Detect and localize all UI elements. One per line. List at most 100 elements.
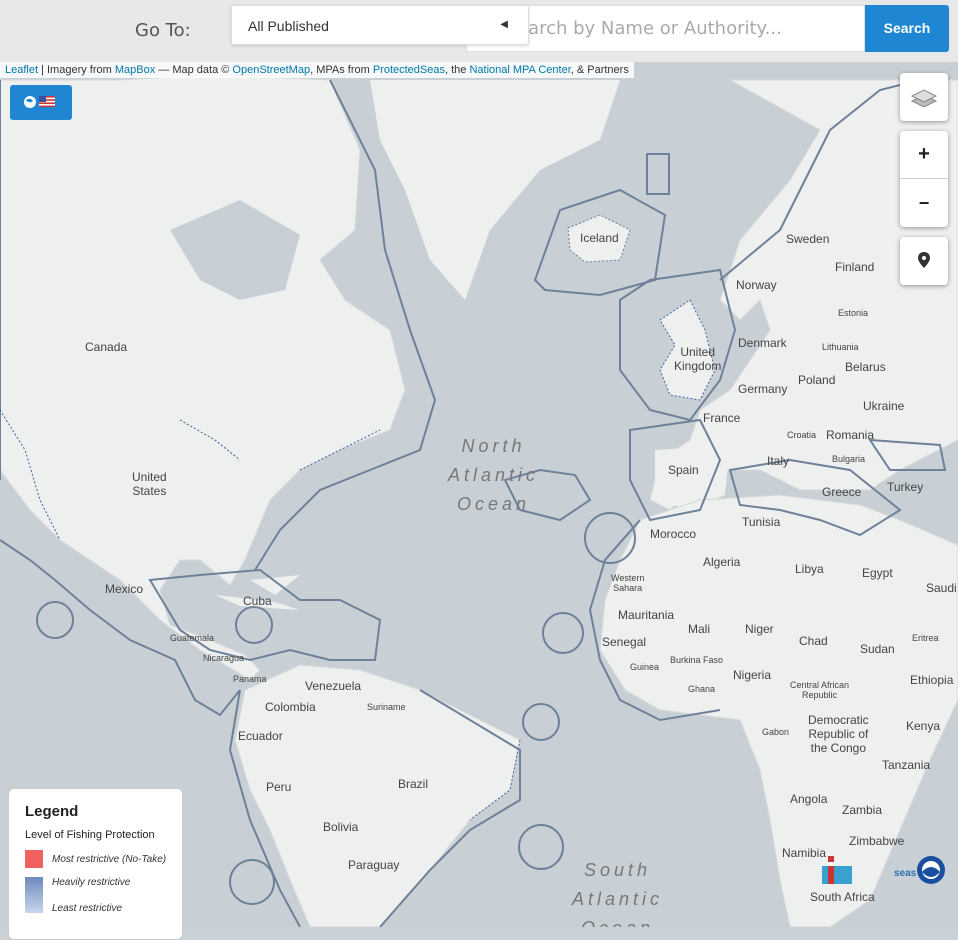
label-venezuela: Venezuela bbox=[305, 679, 362, 693]
label-nigeria: Nigeria bbox=[733, 668, 772, 682]
legend-label: Most restrictive (No-Take) bbox=[52, 854, 167, 865]
label-suriname: Suriname bbox=[367, 702, 406, 712]
zoom-control: + − bbox=[900, 131, 948, 227]
label-guinea: Guinea bbox=[630, 662, 660, 672]
label-kenya: Kenya bbox=[906, 719, 941, 733]
label-panama: Panama bbox=[233, 674, 267, 684]
label-morocco: Morocco bbox=[650, 527, 697, 541]
label-north-atlantic: North Atlantic Ocean bbox=[448, 436, 540, 514]
chevron-left-icon: ◀ bbox=[500, 19, 508, 30]
label-norway: Norway bbox=[736, 278, 777, 292]
label-bolivia: Bolivia bbox=[323, 820, 359, 834]
label-canada: Canada bbox=[85, 340, 128, 354]
label-ecuador: Ecuador bbox=[238, 729, 283, 743]
layers-button[interactable] bbox=[900, 73, 948, 121]
partner-logos: seas bbox=[820, 852, 950, 897]
label-burkina-faso: Burkina Faso bbox=[670, 655, 724, 665]
osm-link[interactable]: OpenStreetMap bbox=[232, 64, 310, 76]
label-chad: Chad bbox=[799, 634, 828, 648]
label-lithuania: Lithuania bbox=[822, 342, 859, 352]
legend-swatch-no-take bbox=[25, 850, 43, 868]
label-romania: Romania bbox=[826, 428, 875, 442]
map-attribution: Leaflet | Imagery from MapBox — Map data… bbox=[0, 62, 634, 78]
label-finland: Finland bbox=[835, 260, 875, 274]
label-paraguay: Paraguay bbox=[348, 858, 400, 872]
legend-label: Least restrictive bbox=[52, 903, 123, 914]
top-bar: Go To: earch by Name or Authority... Sea… bbox=[0, 0, 958, 62]
label-niger: Niger bbox=[745, 622, 774, 636]
layers-icon bbox=[910, 89, 938, 108]
seas-text: seas bbox=[894, 868, 917, 879]
protectedseas-link[interactable]: ProtectedSeas bbox=[373, 64, 445, 76]
label-cuba: Cuba bbox=[243, 594, 272, 608]
legend-panel: Legend Level of Fishing Protection Most … bbox=[8, 788, 183, 940]
label-colombia: Colombia bbox=[265, 700, 316, 714]
label-saudi: Saudi bbox=[926, 581, 957, 595]
map-pin-icon bbox=[918, 252, 930, 268]
search-button[interactable]: Search bbox=[865, 5, 949, 52]
legend-subtitle: Level of Fishing Protection bbox=[25, 829, 155, 841]
label-nicaragua: Nicaragua bbox=[203, 653, 245, 663]
label-greece: Greece bbox=[822, 485, 862, 499]
attrib-text: , & Partners bbox=[570, 64, 629, 76]
label-tanzania: Tanzania bbox=[882, 758, 931, 772]
label-belarus: Belarus bbox=[845, 360, 886, 374]
label-mexico: Mexico bbox=[105, 582, 144, 596]
legend-title: Legend bbox=[25, 803, 79, 820]
attrib-text: — Map data © bbox=[155, 64, 233, 76]
label-france: France bbox=[703, 411, 741, 425]
label-mauritania: Mauritania bbox=[618, 608, 675, 622]
label-gabon: Gabon bbox=[762, 727, 790, 737]
label-bulgaria: Bulgaria bbox=[832, 454, 866, 464]
label-guatemala: Guatemala bbox=[170, 633, 215, 643]
filter-select[interactable]: All Published ◀ bbox=[231, 5, 529, 45]
legend-swatch-gradient bbox=[25, 877, 43, 913]
label-poland: Poland bbox=[798, 373, 836, 387]
label-denmark: Denmark bbox=[738, 336, 787, 350]
label-turkey: Turkey bbox=[887, 480, 924, 494]
label-peru: Peru bbox=[266, 780, 292, 794]
label-united-states: United States bbox=[132, 470, 167, 498]
mapbox-link[interactable]: MapBox bbox=[115, 64, 155, 76]
label-central-african-republic: Central African Republic bbox=[790, 680, 850, 700]
label-western-sahara: Western Sahara bbox=[611, 573, 645, 593]
label-estonia: Estonia bbox=[838, 308, 869, 318]
label-mali: Mali bbox=[688, 622, 711, 636]
attrib-text: | Imagery from bbox=[38, 64, 115, 76]
attrib-text: , MPAs from bbox=[310, 64, 373, 76]
zoom-out-button[interactable]: − bbox=[900, 179, 948, 227]
label-ukraine: Ukraine bbox=[863, 399, 905, 413]
label-libya: Libya bbox=[795, 562, 824, 576]
label-germany: Germany bbox=[738, 382, 788, 396]
national-mpa-link[interactable]: National MPA Center bbox=[469, 64, 570, 76]
leaflet-link[interactable]: Leaflet bbox=[5, 64, 38, 76]
label-drc: Democratic Republic of the Congo bbox=[808, 713, 869, 755]
filter-select-value: All Published bbox=[248, 18, 329, 34]
zoom-in-button[interactable]: + bbox=[900, 131, 948, 179]
label-ethiopia: Ethiopia bbox=[910, 673, 954, 687]
label-zimbabwe: Zimbabwe bbox=[849, 834, 905, 848]
label-sweden: Sweden bbox=[786, 232, 830, 246]
label-spain: Spain bbox=[668, 463, 699, 477]
label-south-atlantic: South Atlantic Ocean bbox=[572, 860, 664, 927]
label-tunisia: Tunisia bbox=[742, 515, 781, 529]
attrib-text: , the bbox=[444, 64, 470, 76]
label-egypt: Egypt bbox=[862, 566, 893, 580]
label-algeria: Algeria bbox=[703, 555, 741, 569]
label-italy: Italy bbox=[767, 454, 790, 468]
globe-flag-icon bbox=[24, 96, 55, 108]
goto-label: Go To: bbox=[135, 20, 191, 41]
label-eritrea: Eritrea bbox=[912, 633, 939, 643]
label-united-kingdom: United Kingdom bbox=[674, 345, 722, 373]
protectedseas-logo bbox=[822, 856, 945, 884]
locate-button[interactable] bbox=[900, 237, 948, 285]
label-senegal: Senegal bbox=[602, 635, 647, 649]
region-toggle-button[interactable] bbox=[10, 85, 72, 120]
label-angola: Angola bbox=[790, 792, 828, 806]
label-ghana: Ghana bbox=[688, 684, 716, 694]
label-sudan: Sudan bbox=[860, 642, 895, 656]
label-zambia: Zambia bbox=[842, 803, 883, 817]
label-iceland: Iceland bbox=[580, 231, 619, 245]
label-croatia: Croatia bbox=[787, 430, 817, 440]
label-brazil: Brazil bbox=[398, 777, 429, 791]
